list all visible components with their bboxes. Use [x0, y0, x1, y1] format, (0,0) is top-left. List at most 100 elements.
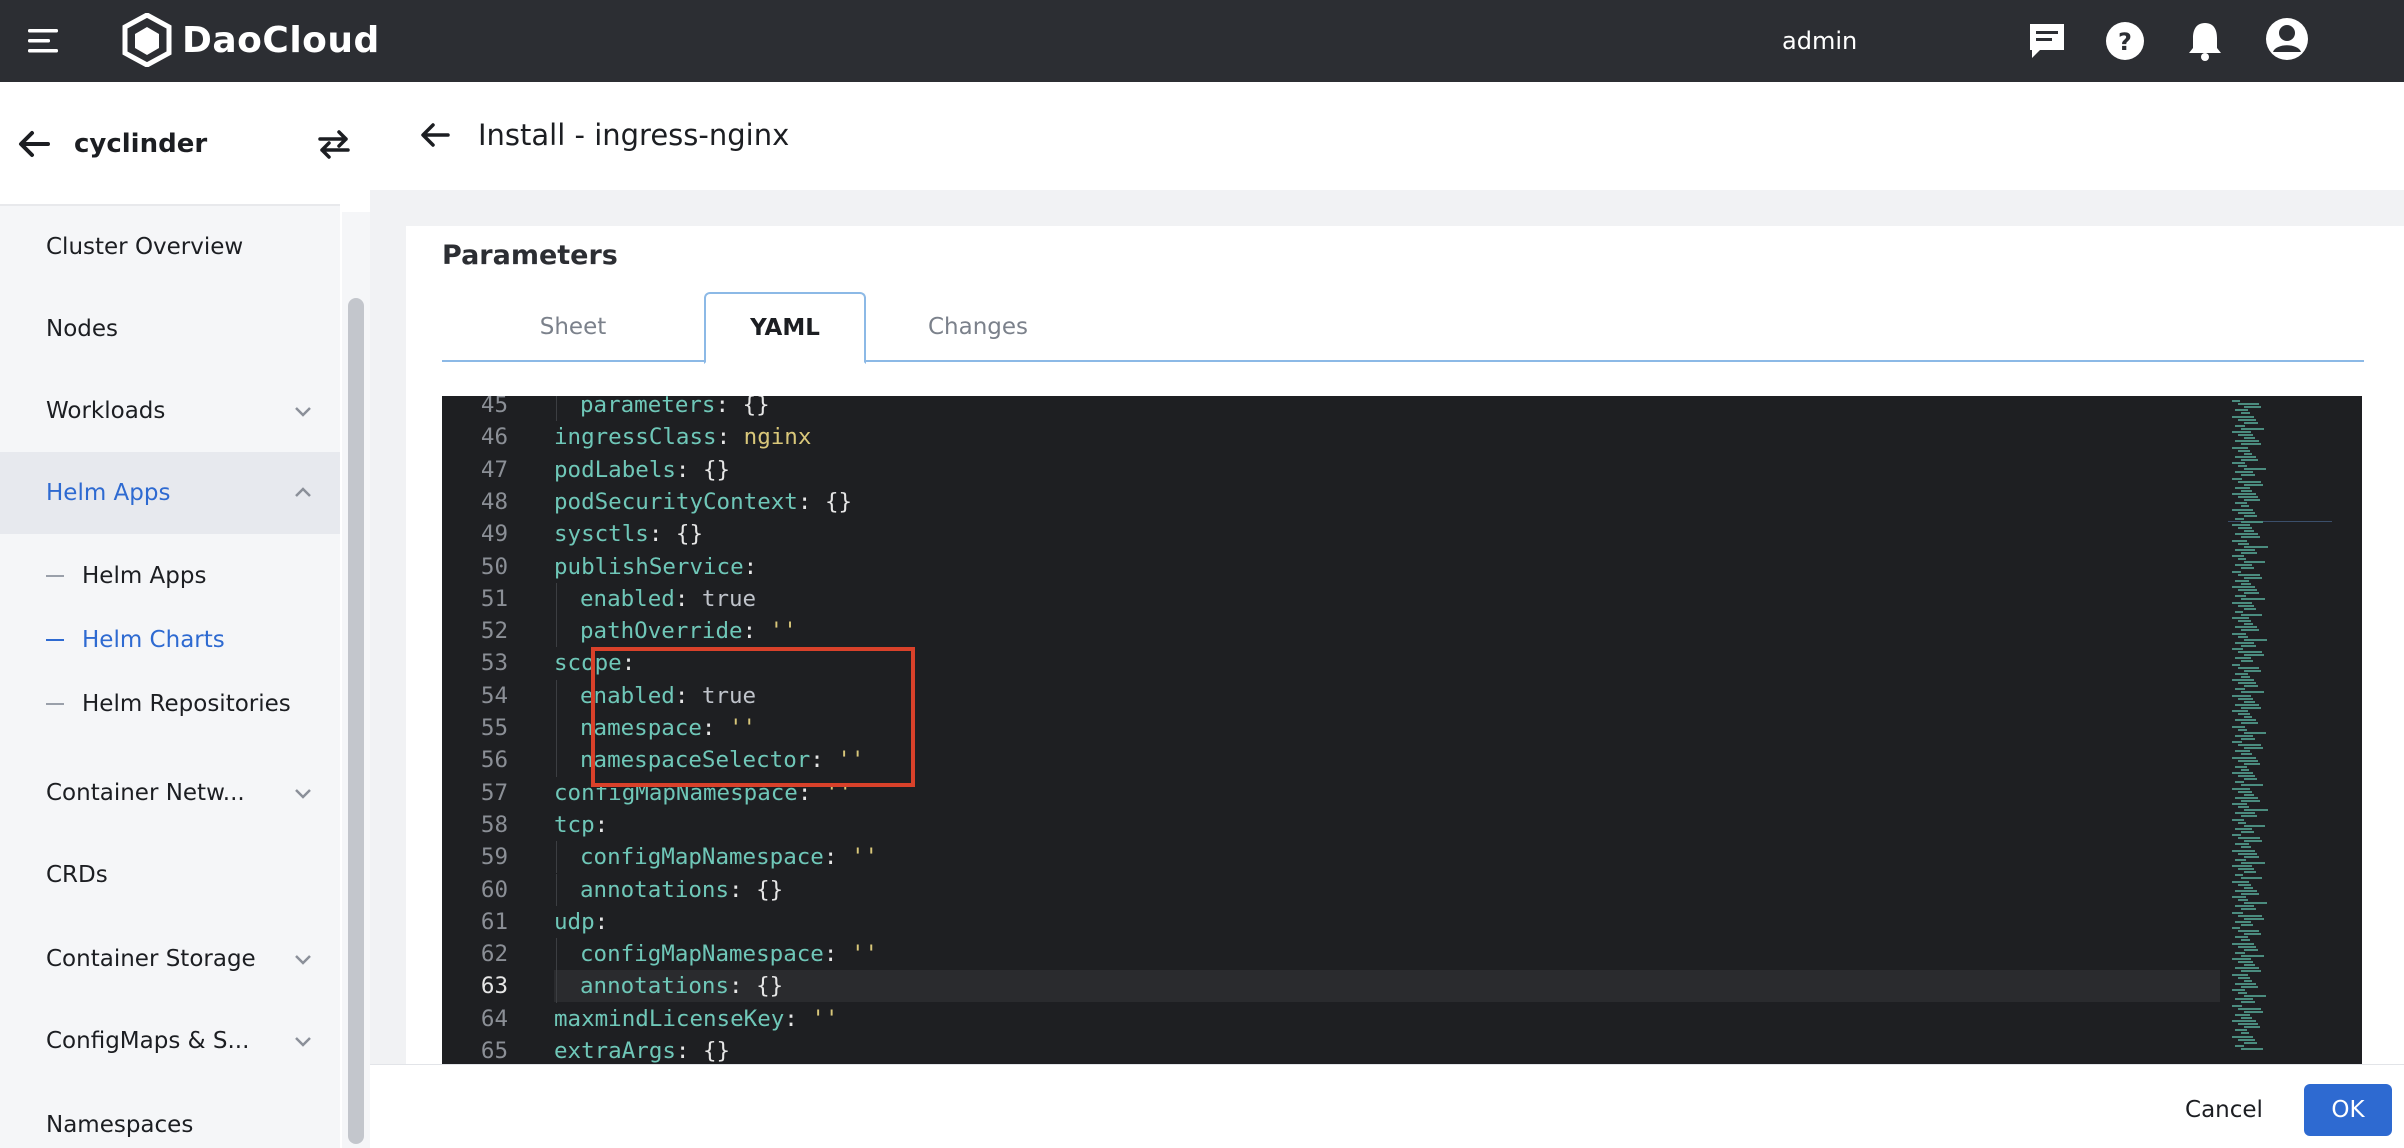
code-line[interactable]: podSecurityContext: {}: [554, 486, 852, 518]
minimap-row: [2232, 508, 2253, 511]
code-line[interactable]: configMapNamespace: '': [580, 841, 878, 873]
tab-changes[interactable]: Changes: [866, 292, 1090, 362]
minimap-row: [2241, 520, 2263, 523]
line-number: 48: [480, 488, 508, 515]
code-line[interactable]: maxmindLicenseKey: '': [554, 1003, 838, 1035]
code-line[interactable]: udp:: [554, 906, 608, 938]
minimap-row: [2244, 561, 2265, 564]
minimap-row: [2235, 796, 2258, 799]
sidebar-scrollbar[interactable]: [342, 212, 370, 1148]
tab-sheet[interactable]: Sheet: [442, 292, 704, 362]
minimap-row: [2232, 880, 2249, 883]
minimap-row: [2235, 657, 2251, 660]
minimap-row: [2232, 1020, 2256, 1022]
line-number: 56: [480, 747, 508, 774]
parameter-tabs: Sheet YAML Changes: [442, 292, 2364, 364]
sidebar-subitem-helm-repositories[interactable]: Helm Repositories: [0, 672, 340, 736]
code-line[interactable]: ingressClass: nginx: [554, 421, 811, 453]
minimap-row: [2232, 679, 2254, 681]
section-title: Parameters: [442, 240, 618, 271]
chevron-up-icon: [295, 487, 311, 497]
indent-guide: [556, 744, 557, 777]
minimap-row: [2244, 452, 2252, 455]
bell-icon[interactable]: [2182, 18, 2228, 64]
code-line[interactable]: parameters: {}: [580, 396, 770, 421]
line-number: 46: [480, 424, 508, 451]
code-line[interactable]: enabled: true: [580, 583, 756, 615]
minimap-row: [2235, 517, 2244, 520]
code-line[interactable]: tcp:: [554, 809, 608, 841]
code-line[interactable]: annotations: {}: [580, 874, 783, 906]
minimap-row: [2244, 406, 2261, 409]
minimap-row: [2235, 936, 2248, 939]
minimap-row: [2232, 911, 2243, 914]
minimap-row: [2244, 607, 2256, 610]
code-line[interactable]: publishService:: [554, 551, 757, 583]
minimap-row: [2232, 989, 2245, 991]
minimap-row: [2238, 744, 2261, 747]
sidebar-item-container-storage[interactable]: Container Storage: [0, 918, 340, 1000]
minimap-row: [2238, 976, 2250, 979]
minimap-row: [2244, 669, 2261, 672]
yaml-value: '': [850, 844, 879, 871]
minimap-row: [2238, 806, 2249, 809]
user-avatar-icon[interactable]: [2262, 14, 2312, 64]
ok-button[interactable]: OK: [2304, 1084, 2392, 1136]
back-arrow-icon[interactable]: [14, 124, 54, 164]
hamburger-menu-icon[interactable]: [26, 24, 62, 58]
sidebar-item-crds[interactable]: CRDs: [0, 834, 340, 916]
sidebar-item-nodes[interactable]: Nodes: [0, 288, 340, 370]
minimap-row: [2241, 1016, 2252, 1019]
minimap-row: [2241, 768, 2249, 771]
brand-logo[interactable]: DaoCloud: [122, 12, 380, 68]
code-line[interactable]: extraArgs: {}: [554, 1035, 730, 1064]
minimap-row: [2241, 1001, 2255, 1004]
page-title: Install - ingress-nginx: [478, 118, 790, 152]
minimap-row: [2235, 750, 2250, 753]
minimap-row: [2238, 930, 2259, 933]
minimap-row: [2241, 799, 2260, 802]
editor-minimap[interactable]: [2228, 396, 2362, 1064]
minimap-row: [2232, 524, 2250, 526]
sidebar-item-label: Workloads: [46, 398, 166, 424]
sidebar-subitem-helm-apps[interactable]: Helm Apps: [0, 544, 340, 608]
minimap-row: [2244, 979, 2252, 982]
sidebar-item-namespaces[interactable]: Namespaces: [0, 1084, 340, 1148]
minimap-row: [2238, 666, 2259, 669]
chevron-down-icon: [295, 407, 311, 417]
code-line[interactable]: configMapNamespace: '': [580, 938, 878, 970]
sidebar-item-cluster-overview[interactable]: Cluster Overview: [0, 206, 340, 288]
tab-yaml[interactable]: YAML: [704, 292, 866, 364]
yaml-value: {}: [703, 456, 731, 483]
minimap-row: [2238, 992, 2247, 995]
minimap-row: [2232, 865, 2252, 867]
cancel-button[interactable]: Cancel: [2176, 1084, 2272, 1136]
user-name[interactable]: admin: [1782, 22, 1857, 60]
minimap-row: [2238, 635, 2248, 638]
sidebar-scrollbar-thumb[interactable]: [348, 298, 364, 1144]
code-line[interactable]: podLabels: {}: [554, 454, 730, 486]
minimap-row: [2232, 632, 2246, 635]
code-line[interactable]: annotations: {}: [580, 970, 783, 1002]
sidebar-item-container-network[interactable]: Container Netw...: [0, 752, 340, 834]
sidebar-item-label: Cluster Overview: [46, 234, 244, 260]
message-icon[interactable]: [2024, 18, 2070, 64]
sidebar-item-configmaps-secrets[interactable]: ConfigMaps & S...: [0, 1000, 340, 1082]
sidebar-subitem-helm-charts[interactable]: Helm Charts: [0, 608, 340, 672]
sidebar-item-workloads[interactable]: Workloads: [0, 370, 340, 452]
sidebar-item-helm-apps[interactable]: Helm Apps: [0, 452, 340, 534]
minimap-row: [2238, 480, 2261, 483]
minimap-row: [2232, 958, 2251, 960]
minimap-row: [2238, 868, 2254, 871]
code-line[interactable]: pathOverride: '': [580, 615, 797, 647]
minimap-row: [2244, 747, 2263, 750]
switch-cluster-icon[interactable]: [314, 124, 354, 164]
minimap-row: [2238, 496, 2258, 499]
minimap-row: [2241, 691, 2264, 694]
back-arrow-icon[interactable]: [416, 116, 454, 154]
minimap-row: [2232, 1035, 2253, 1038]
yaml-colon: :: [648, 521, 676, 548]
minimap-row: [2241, 598, 2265, 601]
code-line[interactable]: sysctls: {}: [554, 518, 703, 550]
help-icon[interactable]: ?: [2102, 18, 2148, 64]
